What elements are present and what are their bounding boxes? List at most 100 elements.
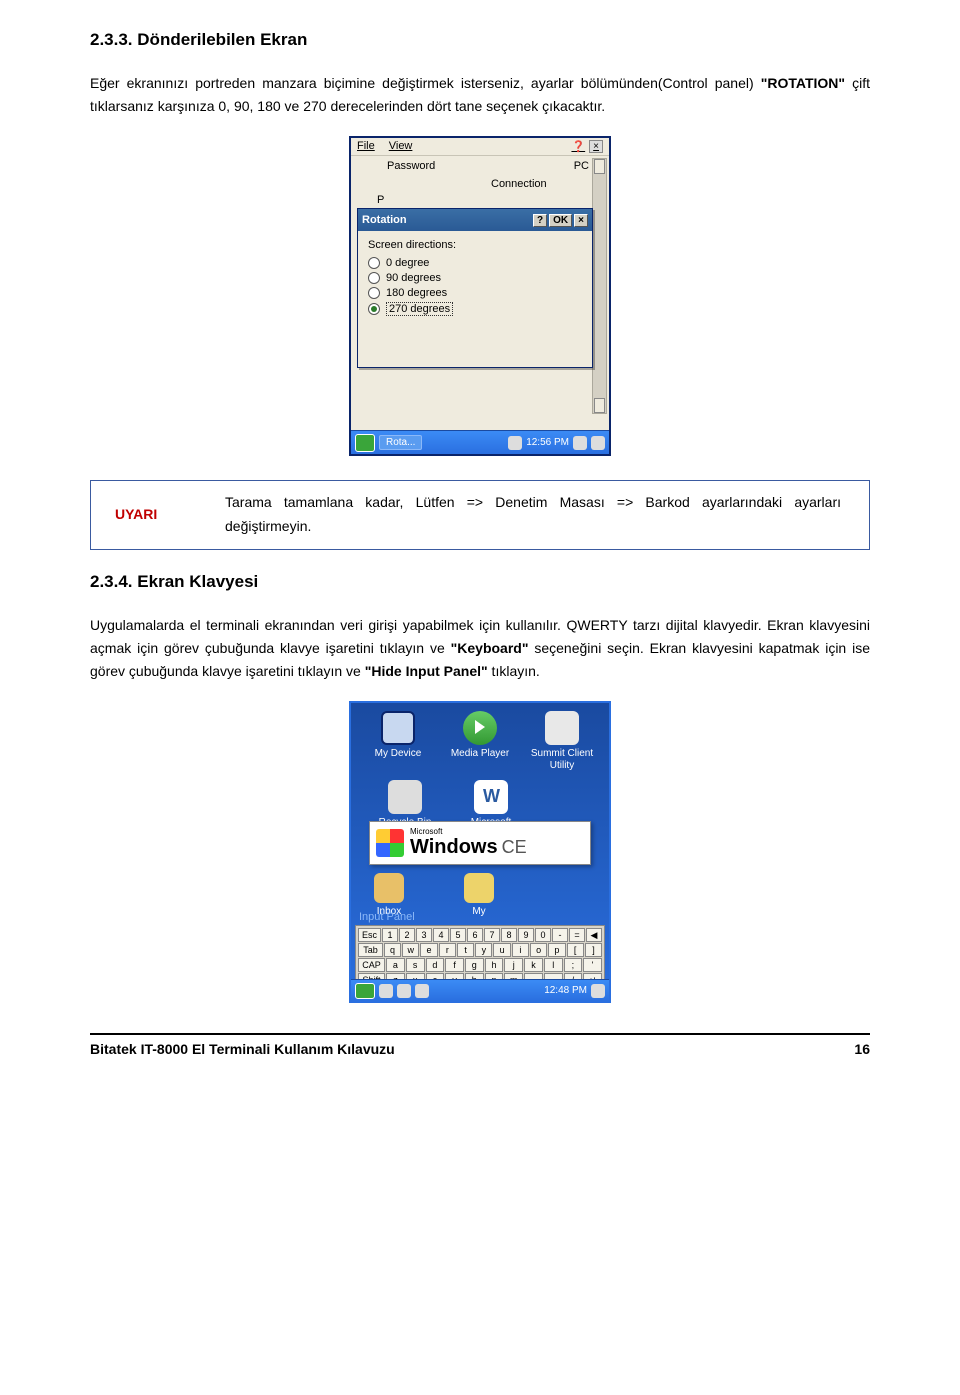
key-Tab[interactable]: Tab <box>358 943 383 957</box>
key-k[interactable]: k <box>524 958 543 972</box>
section-title-2: Ekran Klavyesi <box>137 572 258 591</box>
key-h[interactable]: h <box>485 958 504 972</box>
start-button[interactable] <box>355 434 375 452</box>
key-0[interactable]: 0 <box>535 928 551 942</box>
tray-icon-c[interactable] <box>415 984 429 998</box>
close-icon[interactable]: × <box>589 140 603 153</box>
tray-icon-b[interactable] <box>397 984 411 998</box>
item-password: Password <box>387 160 435 172</box>
icon-media-player[interactable]: Media Player <box>442 711 518 772</box>
radio-0[interactable] <box>368 257 380 269</box>
tray-icon-a[interactable] <box>379 984 393 998</box>
key-;[interactable]: ; <box>564 958 583 972</box>
footer-page: 16 <box>854 1041 870 1057</box>
play-icon <box>463 711 497 745</box>
scrollbar[interactable] <box>592 158 607 414</box>
rotation-dialog: Rotation ? OK × Screen directions: 0 deg… <box>357 208 593 368</box>
paragraph-keyboard: Uygulamalarda el terminali ekranından ve… <box>90 614 870 683</box>
item-pc: PC <box>574 160 589 172</box>
key-l[interactable]: l <box>544 958 563 972</box>
footer-rule <box>90 1033 870 1035</box>
key-t[interactable]: t <box>457 943 474 957</box>
tray-icon-2[interactable] <box>573 436 587 450</box>
screenshot-rotation: File View ❓ × Password PC Connection P S… <box>349 136 611 456</box>
footer-title: Bitatek IT-8000 El Terminali Kullanım Kı… <box>90 1041 395 1057</box>
tray-icon-3[interactable] <box>591 436 605 450</box>
key-f[interactable]: f <box>445 958 464 972</box>
kbd-row-3: CAPasdfghjkl;' <box>358 958 602 972</box>
key-r[interactable]: r <box>439 943 456 957</box>
key-q[interactable]: q <box>384 943 401 957</box>
dialog-title: Rotation <box>362 214 407 226</box>
key-u[interactable]: u <box>493 943 510 957</box>
key-Esc[interactable]: Esc <box>358 928 381 942</box>
close-button[interactable]: × <box>574 214 588 227</box>
menu-file[interactable]: File <box>357 140 375 153</box>
help-button[interactable]: ? <box>533 214 547 227</box>
key-◀[interactable]: ◀ <box>586 928 602 942</box>
footer: Bitatek IT-8000 El Terminali Kullanım Kı… <box>90 1041 870 1057</box>
word-icon <box>474 780 508 814</box>
radio-180[interactable] <box>368 287 380 299</box>
key-g[interactable]: g <box>465 958 484 972</box>
key--[interactable]: - <box>552 928 568 942</box>
key-d[interactable]: d <box>426 958 445 972</box>
key-7[interactable]: 7 <box>484 928 500 942</box>
menu-bar: File View ❓ × <box>351 138 609 156</box>
key-8[interactable]: 8 <box>501 928 517 942</box>
key-5[interactable]: 5 <box>450 928 466 942</box>
key-2[interactable]: 2 <box>399 928 415 942</box>
key-i[interactable]: i <box>512 943 529 957</box>
warning-box: UYARI Tarama tamamlana kadar, Lütfen => … <box>90 480 870 550</box>
icon-summit[interactable]: Summit Client Utility <box>524 711 600 772</box>
key-a[interactable]: a <box>386 958 405 972</box>
menu-view[interactable]: View <box>389 140 413 153</box>
windows-flag-icon <box>376 829 404 857</box>
tray-icon[interactable] <box>508 436 522 450</box>
key-e[interactable]: e <box>420 943 437 957</box>
warning-text: Tarama tamamlana kadar, Lütfen => Deneti… <box>221 481 869 549</box>
paragraph-rotation: Eğer ekranınızı portreden manzara biçimi… <box>90 72 870 118</box>
key-o[interactable]: o <box>530 943 547 957</box>
help-cursor-icon[interactable]: ❓ <box>571 140 585 153</box>
screenshot-keyboard: My Device Media Player Summit Client Uti… <box>349 701 611 1003</box>
radio-270[interactable] <box>368 303 380 315</box>
key-s[interactable]: s <box>406 958 425 972</box>
key-3[interactable]: 3 <box>416 928 432 942</box>
key-6[interactable]: 6 <box>467 928 483 942</box>
radio-270-label: 270 degrees <box>386 302 453 316</box>
item-connection: Connection <box>359 178 601 190</box>
key-[[interactable]: [ <box>567 943 584 957</box>
key-'[interactable]: ' <box>583 958 602 972</box>
ok-button[interactable]: OK <box>549 214 572 227</box>
radio-90-label: 90 degrees <box>386 272 441 284</box>
taskbar: Rota... 12:56 PM <box>351 430 609 454</box>
windows-ce-logo: Microsoft WindowsCE <box>369 821 591 865</box>
taskbar-2: 12:48 PM <box>351 979 609 1001</box>
item-p: P <box>359 194 601 206</box>
key-CAP[interactable]: CAP <box>358 958 385 972</box>
icon-my[interactable]: My <box>449 873 509 918</box>
key-y[interactable]: y <box>475 943 492 957</box>
key-4[interactable]: 4 <box>433 928 449 942</box>
key-][interactable]: ] <box>585 943 602 957</box>
key-1[interactable]: 1 <box>382 928 398 942</box>
key-w[interactable]: w <box>402 943 419 957</box>
radio-90[interactable] <box>368 272 380 284</box>
dialog-label: Screen directions: <box>368 239 582 251</box>
taskbar-time: 12:56 PM <box>526 437 569 448</box>
key-p[interactable]: p <box>548 943 565 957</box>
taskbar-time-2: 12:48 PM <box>544 985 587 996</box>
key-=[interactable]: = <box>569 928 585 942</box>
heading-screen-keyboard: 2.3.4. Ekran Klavyesi <box>90 572 870 592</box>
key-j[interactable]: j <box>504 958 523 972</box>
key-9[interactable]: 9 <box>518 928 534 942</box>
kbd-row-2: Tabqwertyuiop[] <box>358 943 602 957</box>
taskbar-app[interactable]: Rota... <box>379 435 422 450</box>
radio-0-label: 0 degree <box>386 257 429 269</box>
sip-icon[interactable] <box>591 984 605 998</box>
start-button-2[interactable] <box>355 983 375 999</box>
icon-my-device[interactable]: My Device <box>360 711 436 772</box>
inbox-icon <box>374 873 404 903</box>
wifi-icon <box>545 711 579 745</box>
